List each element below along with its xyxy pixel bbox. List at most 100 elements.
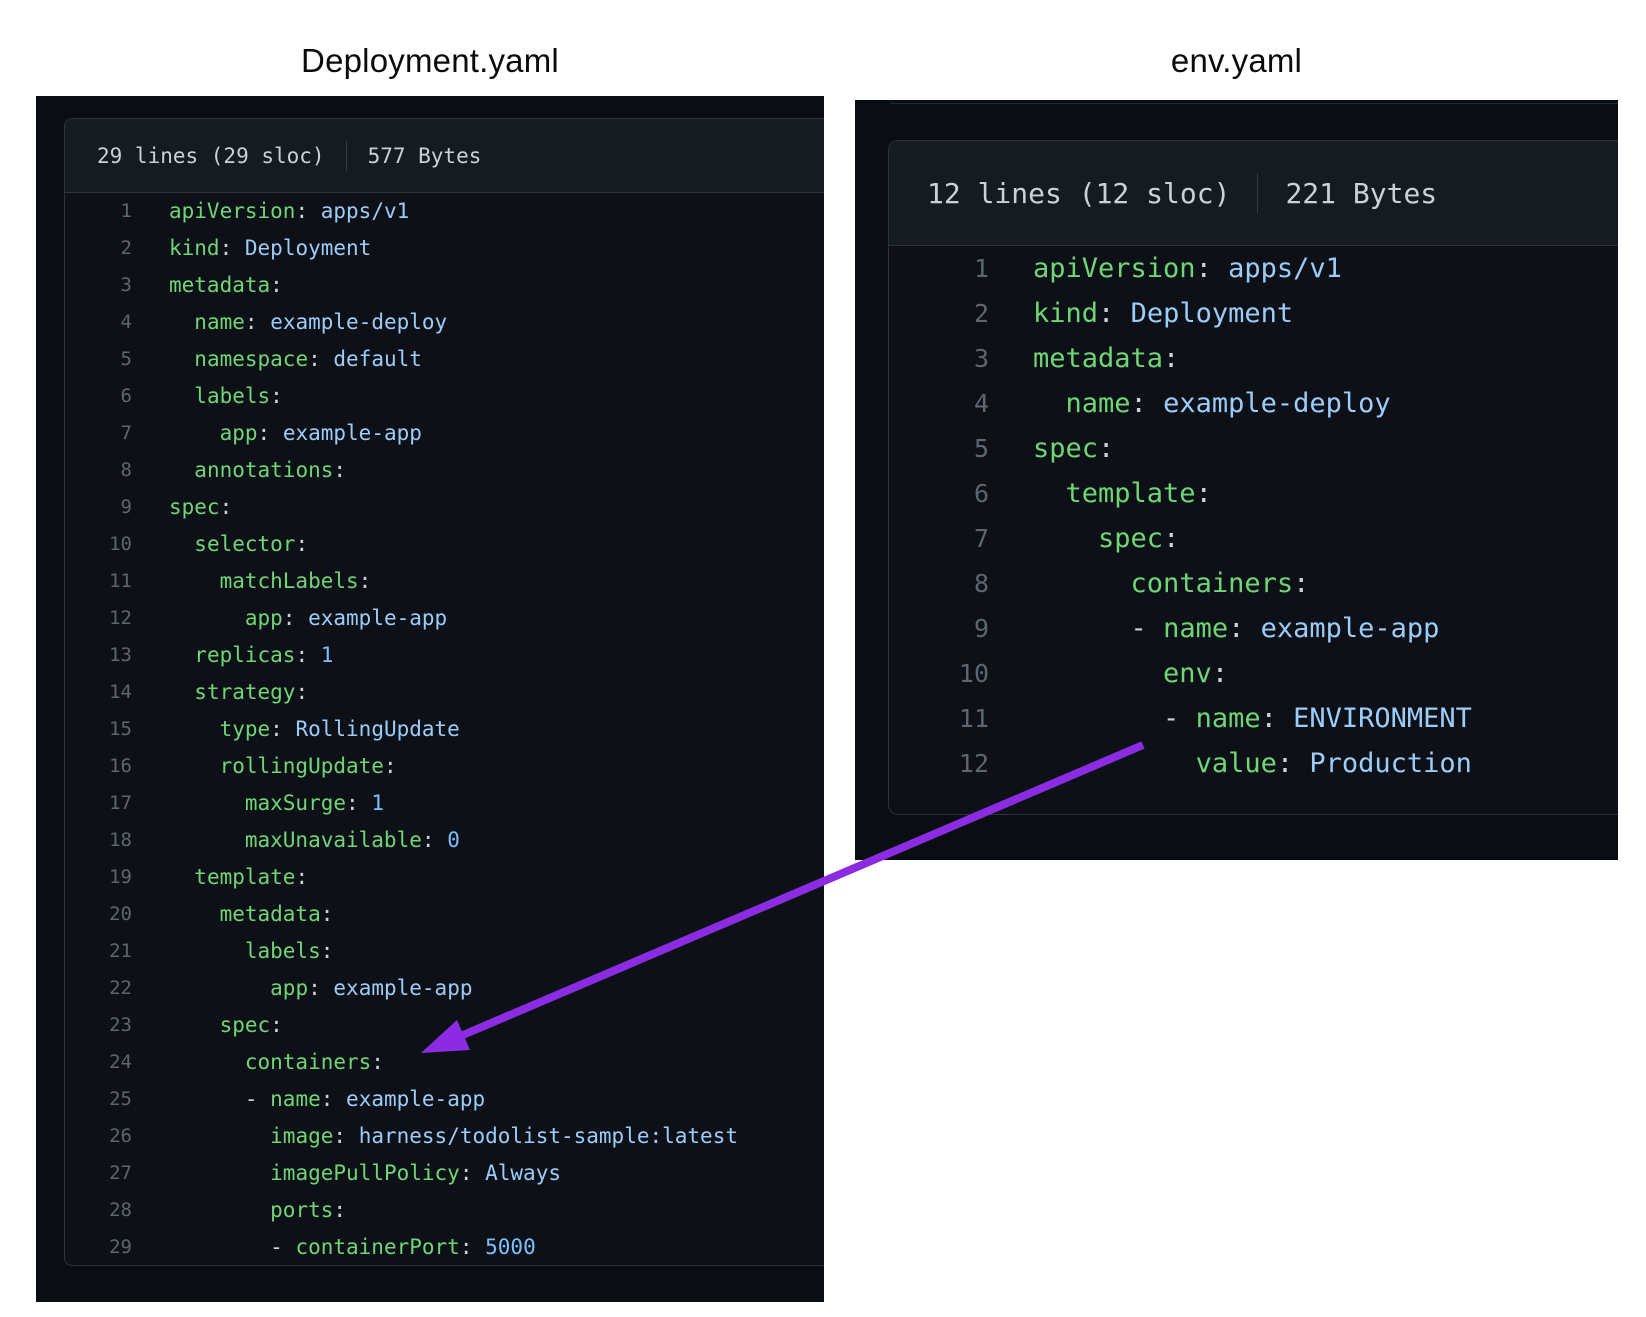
code-text: app: example-app (132, 415, 422, 452)
line-number[interactable]: 12 (65, 600, 132, 637)
line-number[interactable]: 10 (65, 526, 132, 563)
code-token: env (1163, 658, 1212, 689)
line-number[interactable]: 8 (65, 452, 132, 489)
code-token: containers (1131, 568, 1294, 599)
line-number[interactable]: 26 (65, 1118, 132, 1155)
line-number[interactable]: 15 (65, 711, 132, 748)
code-token: : (1277, 748, 1293, 779)
code-text: template: (132, 859, 308, 896)
code-token: type (220, 717, 271, 741)
line-number[interactable]: 6 (889, 471, 989, 516)
line-number[interactable]: 7 (65, 415, 132, 452)
code-token: name (1163, 613, 1228, 644)
env-lines-count: 12 lines (12 sloc) (927, 177, 1230, 210)
line-number[interactable]: 17 (65, 785, 132, 822)
code-text: kind: Deployment (989, 291, 1293, 336)
code-token: : (359, 569, 372, 593)
code-token: : (1163, 343, 1179, 374)
line-number[interactable]: 28 (65, 1192, 132, 1229)
line-number[interactable]: 20 (65, 896, 132, 933)
code-token: : (321, 939, 334, 963)
code-token: : (295, 865, 308, 889)
line-number[interactable]: 27 (65, 1155, 132, 1192)
code-token: : (321, 1087, 334, 1111)
code-token: maxUnavailable (245, 828, 422, 852)
line-number[interactable]: 2 (65, 230, 132, 267)
code-text: selector: (132, 526, 308, 563)
line-number[interactable]: 4 (889, 381, 989, 426)
line-number[interactable]: 13 (65, 637, 132, 674)
code-token: 0 (447, 828, 460, 852)
code-text: name: example-deploy (132, 304, 447, 341)
code-line: 9spec: (65, 489, 824, 526)
env-code-block: 1apiVersion: apps/v12kind: Deployment3me… (889, 246, 1618, 786)
code-token: : (1212, 658, 1228, 689)
code-text: maxSurge: 1 (132, 785, 384, 822)
line-number[interactable]: 3 (65, 267, 132, 304)
code-token: name (1196, 703, 1261, 734)
line-number[interactable]: 16 (65, 748, 132, 785)
code-token: 1 (371, 791, 384, 815)
line-number[interactable]: 21 (65, 933, 132, 970)
line-number[interactable]: 8 (889, 561, 989, 606)
code-text: - containerPort: 5000 (132, 1229, 536, 1266)
line-number[interactable]: 12 (889, 741, 989, 786)
code-token: name (1066, 388, 1131, 419)
code-token: : (422, 828, 435, 852)
line-number[interactable]: 6 (65, 378, 132, 415)
code-token: spec (220, 1013, 271, 1037)
line-number[interactable]: 11 (65, 563, 132, 600)
line-number[interactable]: 11 (889, 696, 989, 741)
code-line: 6 template: (889, 471, 1618, 516)
line-number[interactable]: 1 (65, 193, 132, 230)
code-text: - name: example-app (989, 606, 1439, 651)
code-token: metadata (169, 273, 270, 297)
line-number[interactable]: 7 (889, 516, 989, 561)
code-token: : (258, 421, 271, 445)
line-number[interactable]: 3 (889, 336, 989, 381)
code-line: 1apiVersion: apps/v1 (889, 246, 1618, 291)
code-token: : (295, 680, 308, 704)
code-token: : (270, 273, 283, 297)
code-token: spec (1033, 433, 1098, 464)
code-token: example-app (308, 606, 447, 630)
line-number[interactable]: 1 (889, 246, 989, 291)
code-line: 11 matchLabels: (65, 563, 824, 600)
code-token: : (460, 1235, 473, 1259)
line-number[interactable]: 5 (889, 426, 989, 471)
line-number[interactable]: 19 (65, 859, 132, 896)
line-number[interactable]: 2 (889, 291, 989, 336)
line-number[interactable]: 23 (65, 1007, 132, 1044)
code-line: 18 maxUnavailable: 0 (65, 822, 824, 859)
code-text: containers: (132, 1044, 384, 1081)
line-number[interactable]: 18 (65, 822, 132, 859)
code-line: 24 containers: (65, 1044, 824, 1081)
line-number[interactable]: 29 (65, 1229, 132, 1266)
code-token: kind (1033, 298, 1098, 329)
code-token: image (270, 1124, 333, 1148)
line-number[interactable]: 9 (65, 489, 132, 526)
code-token: example-app (346, 1087, 485, 1111)
code-token: app (220, 421, 258, 445)
code-line: 11 - name: ENVIRONMENT (889, 696, 1618, 741)
code-line: 7 spec: (889, 516, 1618, 561)
line-number[interactable]: 14 (65, 674, 132, 711)
code-token: labels (194, 384, 270, 408)
code-line: 14 strategy: (65, 674, 824, 711)
deployment-code-block: 1apiVersion: apps/v12kind: Deployment3me… (65, 193, 824, 1266)
line-number[interactable]: 9 (889, 606, 989, 651)
code-token: namespace (194, 347, 308, 371)
line-number[interactable]: 24 (65, 1044, 132, 1081)
code-text: metadata: (989, 336, 1179, 381)
line-number[interactable]: 5 (65, 341, 132, 378)
code-text: - name: example-app (132, 1081, 485, 1118)
line-number[interactable]: 25 (65, 1081, 132, 1118)
code-line: 16 rollingUpdate: (65, 748, 824, 785)
line-number[interactable]: 4 (65, 304, 132, 341)
code-token: Deployment (245, 236, 371, 260)
code-token: app (245, 606, 283, 630)
line-number[interactable]: 22 (65, 970, 132, 1007)
line-number[interactable]: 10 (889, 651, 989, 696)
stats-divider (1257, 173, 1258, 213)
code-text: containers: (989, 561, 1309, 606)
